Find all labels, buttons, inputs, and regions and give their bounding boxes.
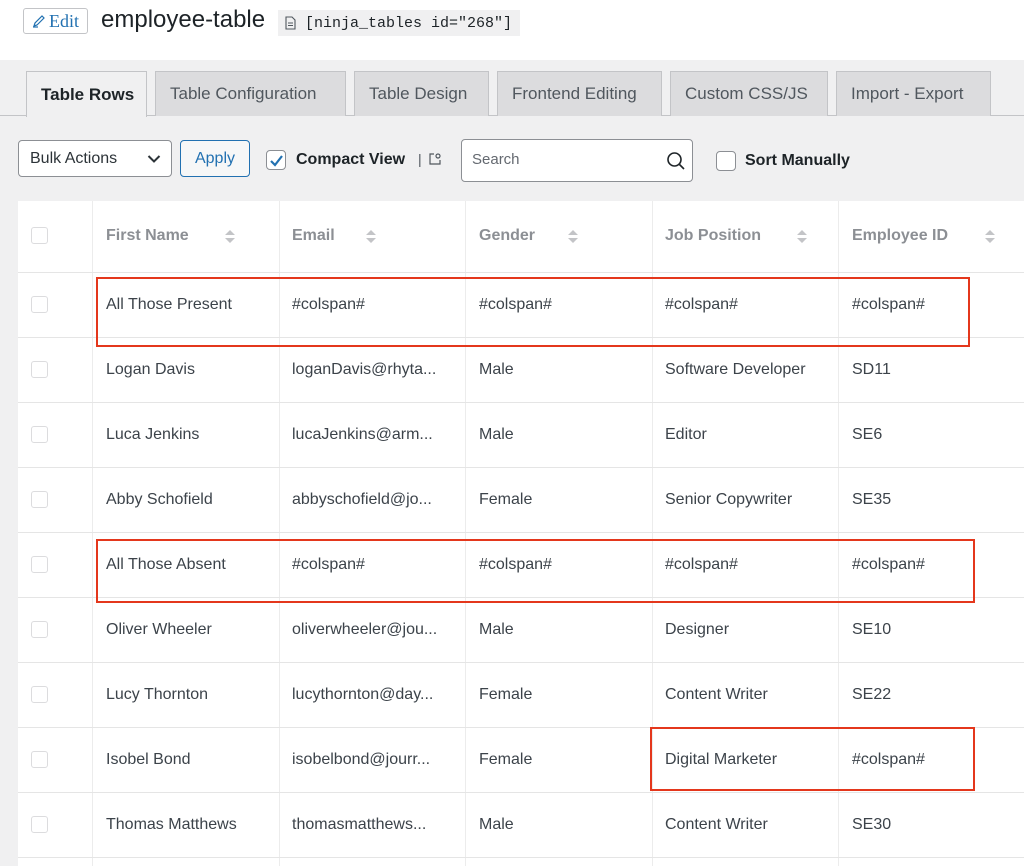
tab-custom-css-js[interactable]: Custom CSS/JS [670, 71, 828, 116]
page-title: employee-table [101, 6, 266, 33]
column-header-job-position[interactable]: Job Position [665, 227, 761, 245]
pencil-icon [33, 15, 45, 28]
row-checkbox[interactable] [31, 621, 48, 638]
tab-import-export[interactable]: Import - Export [836, 71, 991, 116]
table-cell[interactable]: SD11 [852, 361, 1017, 379]
sort-icon[interactable] [224, 228, 236, 245]
compact-view-checkbox[interactable] [266, 150, 286, 170]
sort-icon[interactable] [984, 228, 996, 245]
tab-label: Import - Export [851, 84, 964, 103]
table-cell[interactable]: lucaJenkins@arm... [292, 426, 462, 444]
table-row[interactable]: Abby Schofield abbyschofield@jo... Female S… [18, 468, 1024, 533]
tab-table-rows[interactable]: Table Rows [26, 71, 147, 117]
table-cell[interactable]: Isobel Bond [106, 751, 274, 769]
table-cell[interactable]: loganDavis@rhyta... [292, 361, 462, 379]
table-cell[interactable]: Senior Copywriter [665, 491, 837, 509]
tab-label: Table Rows [41, 84, 135, 104]
column-header-email[interactable]: Email [292, 227, 335, 245]
row-checkbox[interactable] [31, 556, 48, 573]
table-row[interactable]: Logan Davis loganDavis@rhyta... Male Softwa… [18, 338, 1024, 403]
row-checkbox[interactable] [31, 686, 48, 703]
table-cell[interactable]: oliverwheeler@jou... [292, 621, 462, 639]
edit-button[interactable]: Edit [23, 8, 88, 34]
table-cell[interactable]: Editor [665, 426, 837, 444]
search-box [461, 139, 693, 182]
page-header: Edit employee-table [ninja_tables id="26… [0, 0, 1024, 60]
tab-label: Table Design [369, 84, 468, 103]
row-checkbox[interactable] [31, 296, 48, 313]
table-cell[interactable]: SE35 [852, 491, 1017, 509]
table-cell[interactable]: Content Writer [665, 686, 837, 704]
column-header-employee-id[interactable]: Employee ID [852, 227, 948, 245]
column-header-gender[interactable]: Gender [479, 227, 535, 245]
table-cell[interactable]: Lucy Thornton [106, 686, 274, 704]
table-cell[interactable]: Male [479, 621, 649, 639]
table-cell[interactable]: Designer [665, 621, 837, 639]
table-cell[interactable]: Software Developer [665, 361, 837, 379]
document-icon [285, 16, 296, 30]
sort-icon[interactable] [365, 228, 377, 245]
table-cell[interactable]: Thomas Matthews [106, 816, 274, 834]
compact-view-label[interactable]: Compact View [296, 151, 405, 169]
table-row[interactable]: Thomas Matthews thomasmatthews... Male Cont… [18, 793, 1024, 858]
bulk-actions-select[interactable]: Bulk Actions [18, 140, 172, 177]
column-header-first-name[interactable]: First Name [106, 227, 189, 245]
highlight-box [650, 727, 975, 791]
checkmark-icon [270, 155, 283, 167]
data-table: First Name Email Gender Job Position Emp… [18, 201, 1024, 866]
row-checkbox[interactable] [31, 816, 48, 833]
tab-label: Frontend Editing [512, 84, 637, 103]
table-cell[interactable]: Oliver Wheeler [106, 621, 274, 639]
edit-button-label: Edit [49, 11, 79, 31]
table-cell[interactable]: Female [479, 751, 649, 769]
sort-manually-label[interactable]: Sort Manually [745, 152, 850, 170]
table-cell[interactable]: Male [479, 361, 649, 379]
search-input[interactable] [472, 151, 662, 168]
table-cell[interactable]: SE10 [852, 621, 1017, 639]
table-cell[interactable]: Male [479, 816, 649, 834]
row-checkbox[interactable] [31, 491, 48, 508]
external-link-icon[interactable] [428, 152, 442, 166]
tab-label: Table Configuration [170, 84, 317, 103]
sort-icon[interactable] [796, 228, 808, 245]
highlight-box [96, 539, 975, 603]
table-cell[interactable]: SE22 [852, 686, 1017, 704]
table-row[interactable]: Lucy Thornton lucythornton@day... Female Co… [18, 663, 1024, 728]
table-cell[interactable]: Abby Schofield [106, 491, 274, 509]
table-cell[interactable]: Male [479, 426, 649, 444]
table-cell[interactable]: Logan Davis [106, 361, 274, 379]
apply-button[interactable]: Apply [180, 140, 250, 177]
tab-bar: Table Rows Table Configuration Table Des… [0, 60, 1024, 117]
tab-table-design[interactable]: Table Design [354, 71, 489, 116]
table-row[interactable]: Luca Jenkins lucaJenkins@arm... Male Editor… [18, 403, 1024, 468]
row-checkbox[interactable] [31, 361, 48, 378]
row-checkbox[interactable] [31, 426, 48, 443]
highlight-box [96, 277, 970, 347]
table-cell[interactable]: Luca Jenkins [106, 426, 274, 444]
compact-view-separator: | [418, 151, 422, 167]
bulk-actions-value: Bulk Actions [30, 149, 118, 167]
shortcode-text: [ninja_tables id="268"] [305, 14, 513, 32]
table-header-row: First Name Email Gender Job Position Emp… [18, 201, 1024, 273]
search-icon[interactable] [666, 151, 686, 171]
table-cell[interactable]: Female [479, 686, 649, 704]
tab-label: Custom CSS/JS [685, 84, 808, 103]
shortcode-box[interactable]: [ninja_tables id="268"] [278, 10, 521, 36]
table-cell[interactable]: Content Writer [665, 816, 837, 834]
table-cell[interactable]: SE6 [852, 426, 1017, 444]
select-all-checkbox[interactable] [31, 227, 48, 244]
table-row[interactable]: Oliver Wheeler oliverwheeler@jou... Male De… [18, 598, 1024, 663]
row-checkbox[interactable] [31, 751, 48, 768]
tab-table-configuration[interactable]: Table Configuration [155, 71, 346, 116]
table-cell[interactable]: thomasmatthews... [292, 816, 462, 834]
table-cell[interactable]: Female [479, 491, 649, 509]
table-cell[interactable]: abbyschofield@jo... [292, 491, 462, 509]
tab-frontend-editing[interactable]: Frontend Editing [497, 71, 662, 116]
table-cell[interactable]: lucythornton@day... [292, 686, 462, 704]
chevron-down-icon [147, 155, 161, 163]
table-cell[interactable]: SE30 [852, 816, 1017, 834]
sort-manually-checkbox[interactable] [716, 151, 736, 171]
table-cell[interactable]: isobelbond@jourr... [292, 751, 462, 769]
sort-icon[interactable] [567, 228, 579, 245]
